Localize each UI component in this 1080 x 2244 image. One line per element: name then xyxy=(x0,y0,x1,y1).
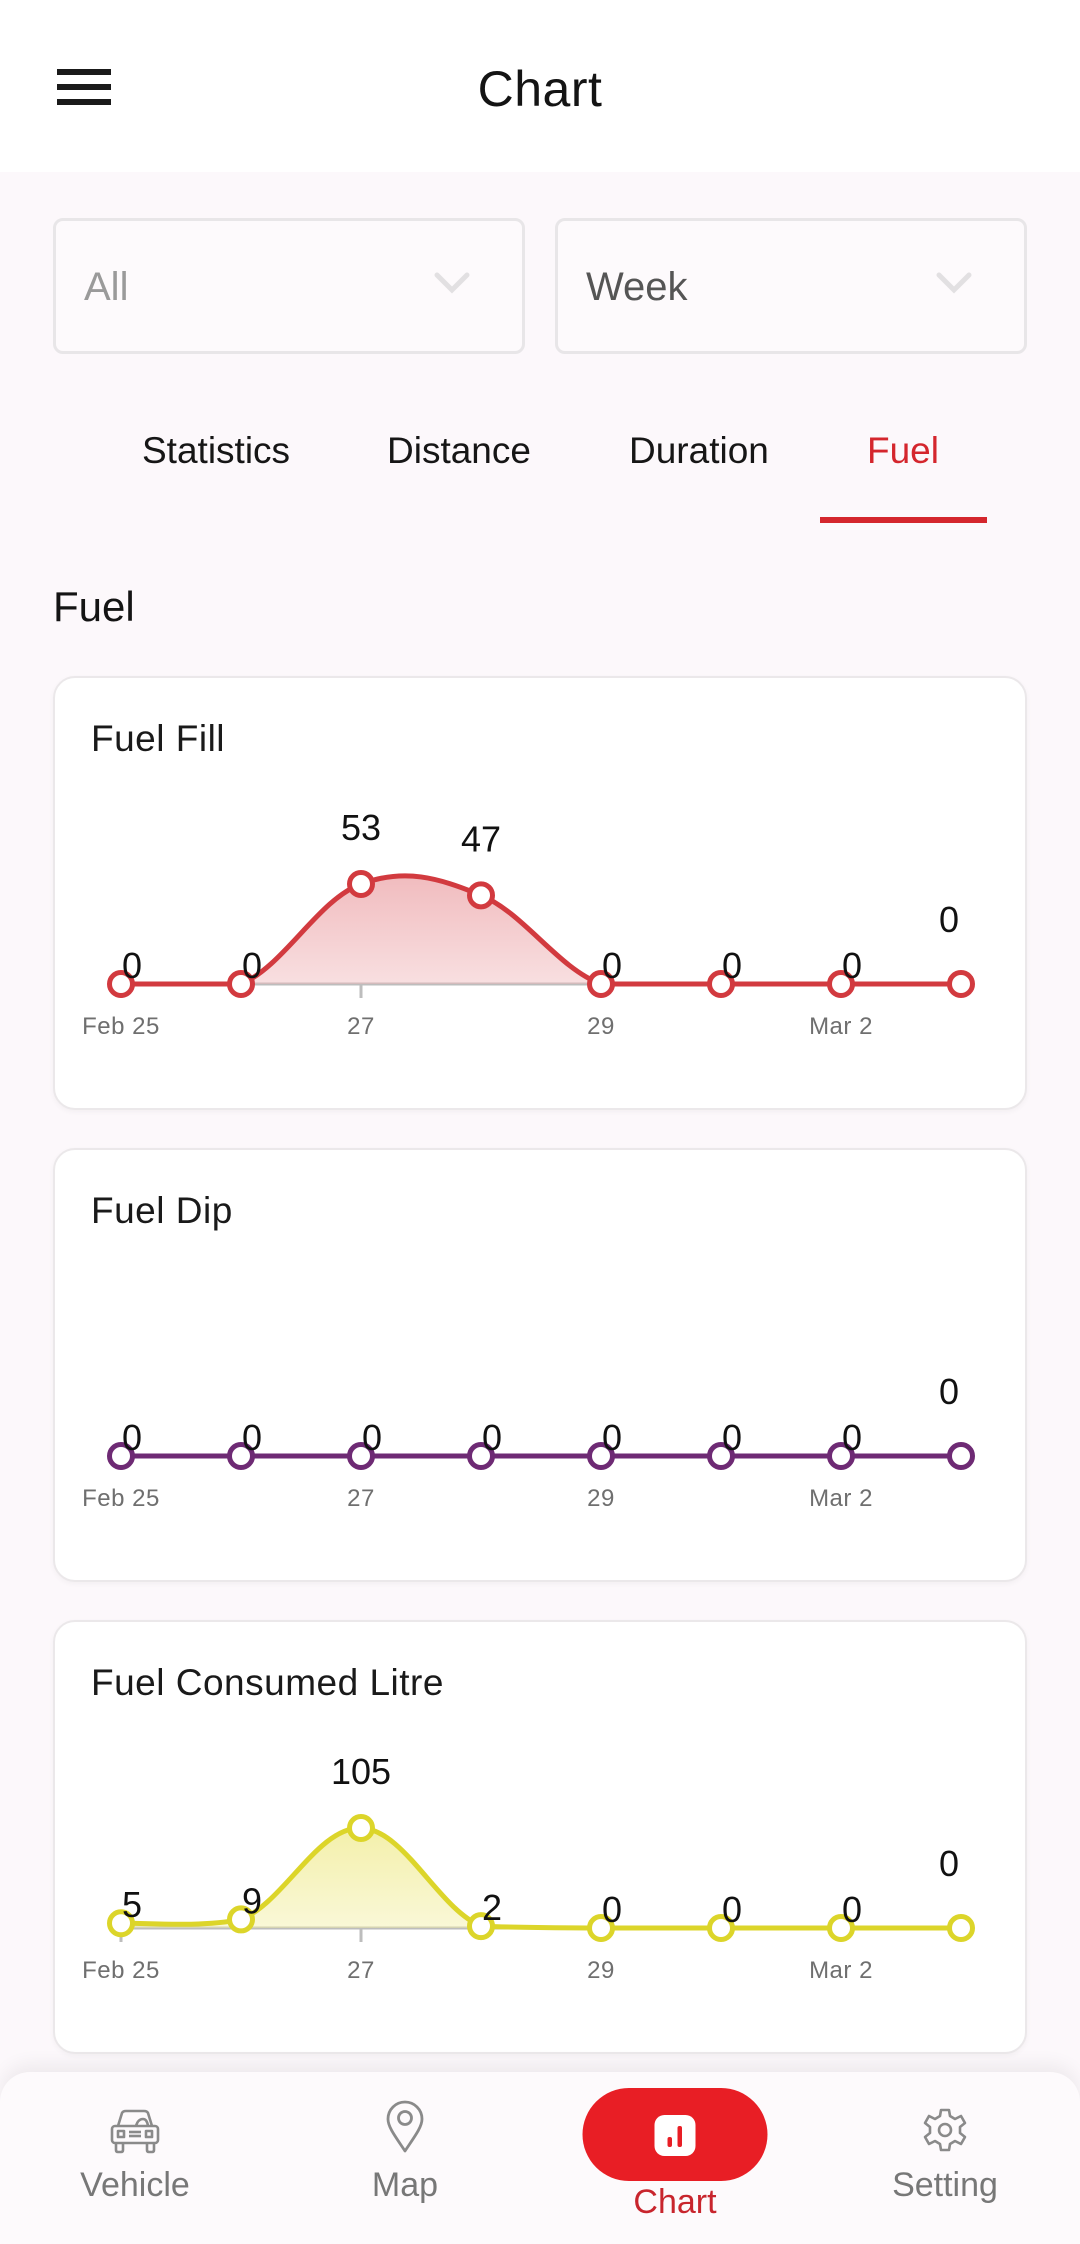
x-tick-label: Feb 25 xyxy=(82,1957,160,1984)
x-tick-label: Mar 2 xyxy=(809,1485,873,1512)
data-value-label: 0 xyxy=(722,1417,742,1458)
data-value-label: 0 xyxy=(122,1417,142,1458)
data-value-label: 0 xyxy=(939,1843,959,1884)
car-icon xyxy=(110,2109,160,2154)
fuel-consumed-card: Fuel Consumed Litre Feb 25 27 29 Mar 2 5 9 105… xyxy=(53,1620,1027,2054)
nav-label: Vehicle xyxy=(80,2166,190,2204)
period-filter-value: Week xyxy=(586,265,688,309)
bar-chart-icon xyxy=(654,2115,696,2156)
data-value-label: 0 xyxy=(939,899,959,940)
data-value-label: 2 xyxy=(482,1887,502,1928)
data-value-label: 9 xyxy=(242,1880,262,1921)
fuel-dip-card: Fuel Dip Feb 25 27 29 Mar 200000000 xyxy=(53,1148,1027,1582)
data-value-label: 5 xyxy=(122,1884,142,1925)
data-point xyxy=(467,881,495,910)
x-tick-label: Mar 2 xyxy=(809,1957,873,1984)
chevron-down-icon xyxy=(936,272,972,294)
data-point xyxy=(947,970,975,998)
x-tick-label: 29 xyxy=(587,1013,615,1040)
nav-vehicle[interactable]: Vehicle xyxy=(35,2072,235,2244)
data-point xyxy=(347,1814,375,1842)
data-value-label: 0 xyxy=(602,1889,622,1930)
nav-chart[interactable]: Chart xyxy=(575,2072,775,2244)
data-point xyxy=(347,870,375,898)
map-pin-icon xyxy=(386,2100,424,2153)
x-tick-label: 27 xyxy=(347,1013,375,1040)
data-value-label: 0 xyxy=(602,945,622,986)
data-value-label: 0 xyxy=(722,1889,742,1930)
fuel-dip-chart: Feb 25 27 29 Mar 2 0 0 0 0 0 0 0 0 xyxy=(82,1371,975,1512)
data-value-label: 0 xyxy=(842,945,862,986)
x-tick-label: 27 xyxy=(347,1485,375,1512)
vehicle-filter-dropdown[interactable]: All xyxy=(53,218,525,354)
data-point xyxy=(947,1442,975,1470)
active-tab-indicator xyxy=(820,517,987,523)
page-title: Chart xyxy=(477,61,603,117)
gear-icon xyxy=(923,2108,967,2152)
data-value-label: 0 xyxy=(242,945,262,986)
chart-tabs: Statistics Distance Duration Fuel xyxy=(0,420,1080,530)
tab-fuel[interactable]: Fuel xyxy=(867,430,939,472)
data-value-label: 53 xyxy=(341,807,381,848)
x-tick-label: 29 xyxy=(587,1957,615,1984)
active-nav-indicator xyxy=(582,2088,768,2181)
data-value-label: 47 xyxy=(461,818,501,859)
fuel-consumed-chart: Feb 25 27 29 Mar 2 5 9 105 2 0 0 0 0 xyxy=(82,1751,975,1984)
app-header: Chart xyxy=(0,0,1080,172)
nav-label: Map xyxy=(371,2166,439,2204)
x-tick-label: Feb 25 xyxy=(82,1013,160,1040)
vehicle-filter-value: All xyxy=(84,265,129,309)
nav-label: Setting xyxy=(892,2166,998,2204)
bottom-navigation: Vehicle Map Chart Setting xyxy=(0,2072,1080,2244)
nav-map[interactable]: Map xyxy=(305,2072,505,2244)
data-value-label: 105 xyxy=(331,1751,391,1792)
tab-distance[interactable]: Distance xyxy=(387,430,531,472)
x-tick-label: Mar 2 xyxy=(809,1013,873,1040)
x-tick-label: 29 xyxy=(587,1485,615,1512)
data-value-label: 0 xyxy=(842,1417,862,1458)
fuel-fill-card: Fuel Fill Feb 25 27 29 Mar 2 0 0 53 47 0 0 0 0 xyxy=(53,676,1027,1110)
data-value-label: 0 xyxy=(362,1417,382,1458)
nav-label: Chart xyxy=(633,2183,717,2221)
data-point xyxy=(947,1914,975,1942)
data-value-label: 0 xyxy=(482,1417,502,1458)
tab-duration[interactable]: Duration xyxy=(629,430,769,472)
data-value-label: 0 xyxy=(842,1889,862,1930)
section-heading: Fuel xyxy=(53,583,135,630)
fuel-fill-chart: Feb 25 27 29 Mar 2 0 0 53 47 0 0 0 0 xyxy=(82,807,975,1040)
tab-statistics[interactable]: Statistics xyxy=(142,430,290,472)
data-value-label: 0 xyxy=(242,1417,262,1458)
chevron-down-icon xyxy=(434,272,470,294)
x-tick-label: 27 xyxy=(347,1957,375,1984)
data-value-label: 0 xyxy=(122,945,142,986)
x-tick-label: Feb 25 xyxy=(82,1485,160,1512)
period-filter-dropdown[interactable]: Week xyxy=(555,218,1027,354)
data-value-label: 0 xyxy=(722,945,742,986)
data-value-label: 0 xyxy=(939,1371,959,1412)
nav-setting[interactable]: Setting xyxy=(845,2072,1045,2244)
data-value-label: 0 xyxy=(602,1417,622,1458)
